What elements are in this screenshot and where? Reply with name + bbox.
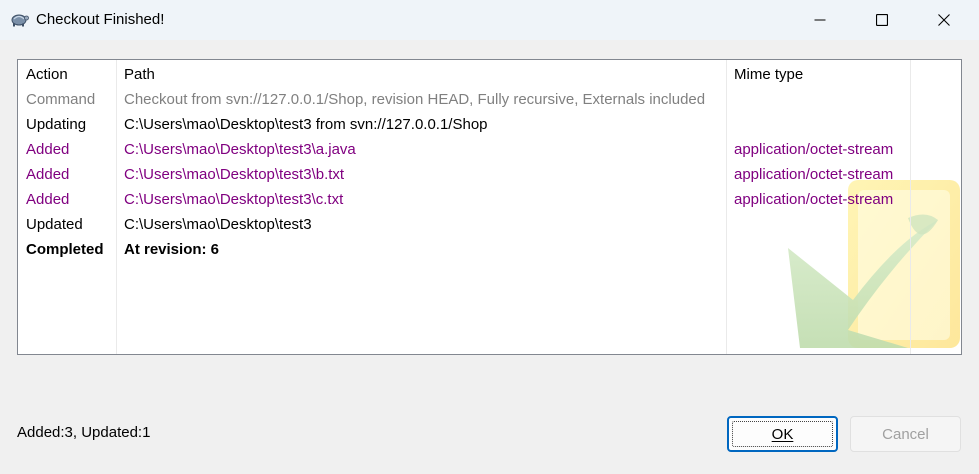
checkout-finished-dialog: Checkout Finished! Action Path Mime type…: [0, 0, 979, 474]
cell-path: C:\Users\mao\Desktop\test3\c.txt: [124, 191, 344, 208]
window-title: Checkout Finished!: [36, 11, 165, 28]
cell-mime-type: application/octet-stream: [734, 191, 894, 208]
title-bar[interactable]: Checkout Finished!: [0, 0, 979, 40]
close-button[interactable]: [921, 0, 967, 40]
cell-action: Command: [26, 91, 96, 108]
minimize-button[interactable]: [797, 0, 843, 40]
cell-action: Completed: [26, 241, 104, 258]
cell-mime-type: application/octet-stream: [734, 166, 894, 183]
cell-mime-type: application/octet-stream: [734, 141, 894, 158]
cancel-button-label: Cancel: [882, 425, 929, 443]
cancel-button[interactable]: Cancel: [850, 416, 961, 452]
cell-action: Added: [26, 166, 70, 183]
cell-action: Added: [26, 141, 70, 158]
minimize-icon: [814, 19, 826, 21]
maximize-icon: [876, 14, 888, 26]
cell-path: Checkout from svn://127.0.0.1/Shop, revi…: [124, 91, 706, 108]
cell-path: C:\Users\mao\Desktop\test3 from svn://12…: [124, 116, 488, 133]
cell-path: At revision: 6: [124, 241, 220, 258]
column-header-mime-type[interactable]: Mime type: [734, 65, 803, 85]
results-list[interactable]: Action Path Mime type Command Checkout fr…: [17, 59, 962, 355]
column-separator[interactable]: [116, 60, 117, 354]
status-summary: Added:3, Updated:1: [17, 424, 151, 441]
column-separator[interactable]: [726, 60, 727, 354]
column-header-action[interactable]: Action: [26, 65, 68, 85]
cell-action: Updating: [26, 116, 87, 133]
maximize-button[interactable]: [859, 0, 905, 40]
cell-path: C:\Users\mao\Desktop\test3: [124, 216, 312, 233]
column-separator[interactable]: [910, 60, 911, 354]
cell-path: C:\Users\mao\Desktop\test3\b.txt: [124, 166, 345, 183]
cell-path: C:\Users\mao\Desktop\test3\a.java: [124, 141, 356, 158]
tortoise-icon: [11, 14, 29, 27]
close-icon: [938, 14, 950, 26]
focus-rectangle: [732, 421, 833, 447]
cell-action: Added: [26, 191, 70, 208]
column-header-path[interactable]: Path: [124, 65, 155, 85]
ok-button[interactable]: OK: [727, 416, 838, 452]
cell-action: Updated: [26, 216, 83, 233]
